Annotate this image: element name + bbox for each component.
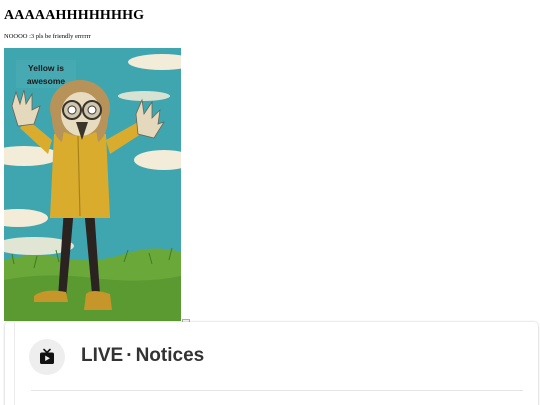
page-subtext: NOOOO :3 pls be friendly errrrrr <box>4 33 91 40</box>
artwork-caption: Yellow is awesome <box>26 63 66 86</box>
artwork-drawing <box>4 48 181 321</box>
notices-card-title: LIVE · Notices <box>81 345 204 367</box>
card-divider <box>31 390 523 391</box>
notices-card: LIVE · Notices <box>5 322 538 405</box>
notices-card-body: LIVE · Notices <box>14 322 539 405</box>
page-heading: AAAAAHHHHHHHG <box>4 8 145 23</box>
live-tv-icon <box>40 348 54 364</box>
live-label: LIVE <box>81 345 124 366</box>
title-separator: · <box>126 345 133 366</box>
broken-image-icon <box>182 314 190 327</box>
notices-label: Notices <box>135 345 205 366</box>
live-tv-button[interactable] <box>29 339 65 375</box>
artwork-image: Yellow is awesome <box>4 48 181 321</box>
